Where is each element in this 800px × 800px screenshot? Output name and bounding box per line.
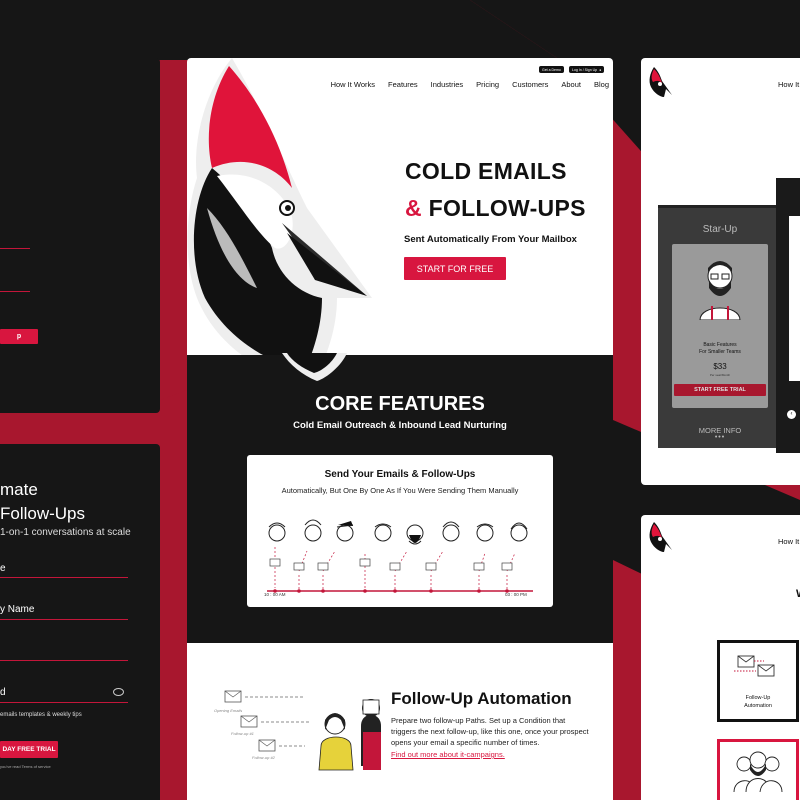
left-trial-form-panel: mate Follow-Ups 1-on-1 conversations at …: [0, 444, 160, 800]
nav-blog[interactable]: Blog: [594, 80, 609, 89]
plan-features-line-2: For Smaller Teams: [699, 349, 741, 355]
hero-title-line-2: & FOLLOW-UPS: [405, 195, 586, 221]
checkbox-label[interactable]: emails templates & weekly tips: [0, 712, 82, 718]
field-underline: [0, 577, 128, 578]
feature-box-label-1: Follow-Up: [745, 695, 771, 701]
woodpecker-logo-small-icon: [649, 67, 672, 97]
feature-box-label-2: Automation: [744, 703, 772, 709]
followup-diagram-illustration: [224, 690, 381, 771]
signup-button[interactable]: p: [0, 329, 38, 344]
trial-button[interactable]: DAY FREE TRIAL: [0, 741, 58, 758]
nav-industries[interactable]: Industries: [431, 80, 464, 89]
next-plan-inner: [789, 216, 800, 381]
bearded-man-icon: [699, 261, 741, 320]
start-for-free-button[interactable]: START FOR FREE: [404, 257, 506, 280]
diagram-label-2: Follow-up #1: [231, 731, 254, 736]
woodpecker-logo-icon: [187, 58, 372, 383]
followup-body: Prepare two follow-up Paths. Set up a Co…: [391, 716, 589, 747]
plan-card: Star-Up Basic Features For Smaller Teams…: [658, 205, 782, 448]
followup-title: Follow-Up Automation: [391, 689, 572, 708]
plan-name: Star-Up: [702, 224, 738, 235]
headline-line-1: mate: [0, 480, 38, 499]
field-underline: [0, 248, 30, 249]
landing-page-panel: Get a Demo Log In / Sign Up ● How It Work…: [187, 58, 613, 800]
plan-inner: Basic Features For Smaller Teams $33 Per…: [672, 244, 768, 408]
hero-subtitle: Sent Automatically From Your Mailbox: [404, 234, 577, 245]
field-underline: [0, 702, 128, 703]
nav-how-it-works[interactable]: How It: [778, 537, 799, 546]
diagram-label-1: Opening Emails: [214, 708, 243, 713]
get-demo-button[interactable]: Get a Demo: [539, 66, 564, 73]
pricing-page-panel: How It Star-Up Basic Features For Smalle…: [641, 58, 800, 485]
nav-about[interactable]: About: [561, 80, 581, 89]
feature-box-team[interactable]: [717, 739, 799, 800]
chevron-left-icon[interactable]: ‹: [787, 410, 796, 419]
password-field[interactable]: d: [0, 687, 6, 698]
field-underline: [0, 619, 128, 620]
next-plan-card: ‹: [776, 178, 800, 453]
timeline-illustration: [267, 519, 533, 593]
nav-how-it-works[interactable]: How It Works: [331, 80, 375, 89]
core-features-subtitle: Cold Email Outreach & Inbound Lead Nurtu…: [293, 420, 507, 431]
terms-fineprint: you've read Terms of service: [0, 764, 51, 769]
name-field[interactable]: e: [0, 563, 6, 574]
nav-how-it-works[interactable]: How It: [778, 80, 799, 89]
section-title-fragment: W: [796, 588, 800, 600]
plan-features-line-1: Basic Features: [703, 342, 737, 348]
eye-icon[interactable]: [113, 688, 124, 696]
field-underline: [0, 291, 30, 292]
nav-pricing[interactable]: Pricing: [476, 80, 499, 89]
nav-features[interactable]: Features: [388, 80, 418, 89]
core-features-title: CORE FEATURES: [315, 393, 485, 415]
start-free-trial-button[interactable]: START FREE TRIAL: [674, 384, 766, 396]
left-signup-panel: p: [0, 58, 160, 413]
hero-title-line-1: COLD EMAILS: [405, 158, 567, 184]
plan-price-note: Per seat/Month: [709, 373, 731, 377]
team-illustration-icon: [733, 751, 783, 792]
diagram-label-3: Follow-up #2: [252, 755, 275, 760]
features-page-panel: How It W Follow-Up Automation: [641, 515, 800, 800]
headline-line-2: Follow-Ups: [0, 504, 86, 523]
field-underline: [0, 660, 128, 661]
envelopes-icon: [734, 655, 775, 677]
nav-customers[interactable]: Customers: [512, 80, 548, 89]
user-icon: ●: [599, 67, 602, 72]
logo-tail-icon: [282, 353, 347, 381]
login-signup-button[interactable]: Log In / Sign Up ●: [569, 66, 605, 73]
plan-price: $33: [713, 362, 727, 371]
company-name-field[interactable]: y Name: [0, 604, 34, 615]
feature-box-followup[interactable]: Follow-Up Automation: [717, 640, 799, 722]
main-nav: How It Works Features Industries Pricing…: [331, 80, 609, 89]
followup-link[interactable]: Find out more about it-campaigns.: [391, 750, 505, 759]
headline-subline: 1-on-1 conversations at scale: [0, 527, 131, 538]
carousel-dots[interactable]: •••: [658, 434, 782, 441]
woodpecker-logo-small-icon: [649, 522, 672, 552]
